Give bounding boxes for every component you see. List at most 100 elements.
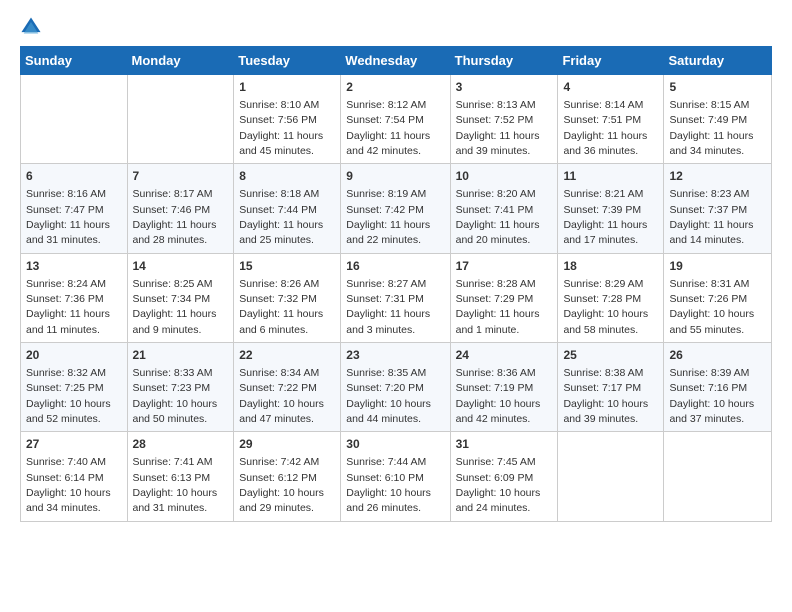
weekday-saturday: Saturday bbox=[664, 47, 772, 75]
week-row-4: 20 Sunrise: 8:32 AM Sunset: 7:25 PM Dayli… bbox=[21, 343, 772, 432]
header bbox=[20, 16, 772, 38]
day-cell: 29 Sunrise: 7:42 AM Sunset: 6:12 PM Dayli… bbox=[234, 432, 341, 521]
day-cell bbox=[127, 75, 234, 164]
day-number: 25 bbox=[563, 347, 658, 364]
logo-icon bbox=[20, 16, 42, 38]
day-number: 7 bbox=[133, 168, 229, 185]
day-number: 21 bbox=[133, 347, 229, 364]
day-number: 2 bbox=[346, 79, 444, 96]
day-detail: Sunrise: 8:34 AM Sunset: 7:22 PM Dayligh… bbox=[239, 367, 324, 425]
day-number: 22 bbox=[239, 347, 335, 364]
logo bbox=[20, 16, 46, 38]
weekday-monday: Monday bbox=[127, 47, 234, 75]
day-cell bbox=[558, 432, 664, 521]
day-number: 9 bbox=[346, 168, 444, 185]
day-detail: Sunrise: 8:31 AM Sunset: 7:26 PM Dayligh… bbox=[669, 278, 754, 336]
day-cell bbox=[664, 432, 772, 521]
day-detail: Sunrise: 8:12 AM Sunset: 7:54 PM Dayligh… bbox=[346, 99, 430, 157]
day-number: 19 bbox=[669, 258, 766, 275]
day-number: 29 bbox=[239, 436, 335, 453]
weekday-wednesday: Wednesday bbox=[341, 47, 450, 75]
day-cell: 9 Sunrise: 8:19 AM Sunset: 7:42 PM Daylig… bbox=[341, 164, 450, 253]
day-detail: Sunrise: 7:42 AM Sunset: 6:12 PM Dayligh… bbox=[239, 456, 324, 514]
day-cell: 18 Sunrise: 8:29 AM Sunset: 7:28 PM Dayli… bbox=[558, 253, 664, 342]
day-cell: 3 Sunrise: 8:13 AM Sunset: 7:52 PM Daylig… bbox=[450, 75, 558, 164]
day-cell: 21 Sunrise: 8:33 AM Sunset: 7:23 PM Dayli… bbox=[127, 343, 234, 432]
day-detail: Sunrise: 8:33 AM Sunset: 7:23 PM Dayligh… bbox=[133, 367, 218, 425]
day-number: 16 bbox=[346, 258, 444, 275]
day-cell: 1 Sunrise: 8:10 AM Sunset: 7:56 PM Daylig… bbox=[234, 75, 341, 164]
day-number: 30 bbox=[346, 436, 444, 453]
week-row-1: 1 Sunrise: 8:10 AM Sunset: 7:56 PM Daylig… bbox=[21, 75, 772, 164]
day-cell: 2 Sunrise: 8:12 AM Sunset: 7:54 PM Daylig… bbox=[341, 75, 450, 164]
day-number: 20 bbox=[26, 347, 122, 364]
week-row-5: 27Sunrise: 7:40 AM Sunset: 6:14 PM Dayli… bbox=[21, 432, 772, 521]
day-detail: Sunrise: 8:32 AM Sunset: 7:25 PM Dayligh… bbox=[26, 367, 111, 425]
day-number: 12 bbox=[669, 168, 766, 185]
day-detail: Sunrise: 8:24 AM Sunset: 7:36 PM Dayligh… bbox=[26, 278, 110, 336]
day-number: 3 bbox=[456, 79, 553, 96]
day-detail: Sunrise: 8:27 AM Sunset: 7:31 PM Dayligh… bbox=[346, 278, 430, 336]
day-detail: Sunrise: 8:36 AM Sunset: 7:19 PM Dayligh… bbox=[456, 367, 541, 425]
week-row-3: 13 Sunrise: 8:24 AM Sunset: 7:36 PM Dayli… bbox=[21, 253, 772, 342]
day-number: 28 bbox=[133, 436, 229, 453]
day-cell: 28Sunrise: 7:41 AM Sunset: 6:13 PM Dayli… bbox=[127, 432, 234, 521]
day-number: 4 bbox=[563, 79, 658, 96]
day-cell: 31 Sunrise: 7:45 AM Sunset: 6:09 PM Dayli… bbox=[450, 432, 558, 521]
day-cell: 10Sunrise: 8:20 AM Sunset: 7:41 PM Dayli… bbox=[450, 164, 558, 253]
day-cell: 25 Sunrise: 8:38 AM Sunset: 7:17 PM Dayli… bbox=[558, 343, 664, 432]
day-detail: Sunrise: 8:29 AM Sunset: 7:28 PM Dayligh… bbox=[563, 278, 648, 336]
day-detail: Sunrise: 7:44 AM Sunset: 6:10 PM Dayligh… bbox=[346, 456, 431, 514]
day-cell: 30 Sunrise: 7:44 AM Sunset: 6:10 PM Dayli… bbox=[341, 432, 450, 521]
day-detail: Sunrise: 8:39 AM Sunset: 7:16 PM Dayligh… bbox=[669, 367, 754, 425]
day-detail: Sunrise: 7:40 AM Sunset: 6:14 PM Dayligh… bbox=[26, 456, 111, 514]
day-cell: 15Sunrise: 8:26 AM Sunset: 7:32 PM Dayli… bbox=[234, 253, 341, 342]
day-cell: 20 Sunrise: 8:32 AM Sunset: 7:25 PM Dayli… bbox=[21, 343, 128, 432]
day-cell: 8Sunrise: 8:18 AM Sunset: 7:44 PM Daylig… bbox=[234, 164, 341, 253]
day-number: 17 bbox=[456, 258, 553, 275]
day-detail: Sunrise: 8:17 AM Sunset: 7:46 PM Dayligh… bbox=[133, 188, 217, 246]
day-cell bbox=[21, 75, 128, 164]
day-cell: 5Sunrise: 8:15 AM Sunset: 7:49 PM Daylig… bbox=[664, 75, 772, 164]
day-number: 6 bbox=[26, 168, 122, 185]
week-row-2: 6 Sunrise: 8:16 AM Sunset: 7:47 PM Daylig… bbox=[21, 164, 772, 253]
day-detail: Sunrise: 8:19 AM Sunset: 7:42 PM Dayligh… bbox=[346, 188, 430, 246]
weekday-sunday: Sunday bbox=[21, 47, 128, 75]
day-detail: Sunrise: 8:38 AM Sunset: 7:17 PM Dayligh… bbox=[563, 367, 648, 425]
day-number: 13 bbox=[26, 258, 122, 275]
day-number: 8 bbox=[239, 168, 335, 185]
day-cell: 19 Sunrise: 8:31 AM Sunset: 7:26 PM Dayli… bbox=[664, 253, 772, 342]
day-detail: Sunrise: 8:13 AM Sunset: 7:52 PM Dayligh… bbox=[456, 99, 540, 157]
day-detail: Sunrise: 8:10 AM Sunset: 7:56 PM Dayligh… bbox=[239, 99, 323, 157]
day-detail: Sunrise: 8:25 AM Sunset: 7:34 PM Dayligh… bbox=[133, 278, 217, 336]
day-detail: Sunrise: 7:45 AM Sunset: 6:09 PM Dayligh… bbox=[456, 456, 541, 514]
day-cell: 14Sunrise: 8:25 AM Sunset: 7:34 PM Dayli… bbox=[127, 253, 234, 342]
day-number: 5 bbox=[669, 79, 766, 96]
day-detail: Sunrise: 8:28 AM Sunset: 7:29 PM Dayligh… bbox=[456, 278, 540, 336]
day-cell: 17 Sunrise: 8:28 AM Sunset: 7:29 PM Dayli… bbox=[450, 253, 558, 342]
day-cell: 16 Sunrise: 8:27 AM Sunset: 7:31 PM Dayli… bbox=[341, 253, 450, 342]
day-detail: Sunrise: 8:14 AM Sunset: 7:51 PM Dayligh… bbox=[563, 99, 647, 157]
day-detail: Sunrise: 8:21 AM Sunset: 7:39 PM Dayligh… bbox=[563, 188, 647, 246]
day-number: 1 bbox=[239, 79, 335, 96]
day-cell: 11Sunrise: 8:21 AM Sunset: 7:39 PM Dayli… bbox=[558, 164, 664, 253]
day-detail: Sunrise: 8:16 AM Sunset: 7:47 PM Dayligh… bbox=[26, 188, 110, 246]
day-number: 23 bbox=[346, 347, 444, 364]
weekday-tuesday: Tuesday bbox=[234, 47, 341, 75]
page: SundayMondayTuesdayWednesdayThursdayFrid… bbox=[0, 0, 792, 538]
day-cell: 27Sunrise: 7:40 AM Sunset: 6:14 PM Dayli… bbox=[21, 432, 128, 521]
day-cell: 7 Sunrise: 8:17 AM Sunset: 7:46 PM Daylig… bbox=[127, 164, 234, 253]
day-cell: 13 Sunrise: 8:24 AM Sunset: 7:36 PM Dayli… bbox=[21, 253, 128, 342]
day-number: 18 bbox=[563, 258, 658, 275]
day-detail: Sunrise: 8:20 AM Sunset: 7:41 PM Dayligh… bbox=[456, 188, 540, 246]
day-number: 31 bbox=[456, 436, 553, 453]
day-cell: 26 Sunrise: 8:39 AM Sunset: 7:16 PM Dayli… bbox=[664, 343, 772, 432]
day-number: 26 bbox=[669, 347, 766, 364]
weekday-friday: Friday bbox=[558, 47, 664, 75]
day-cell: 22 Sunrise: 8:34 AM Sunset: 7:22 PM Dayli… bbox=[234, 343, 341, 432]
day-cell: 24 Sunrise: 8:36 AM Sunset: 7:19 PM Dayli… bbox=[450, 343, 558, 432]
day-detail: Sunrise: 8:26 AM Sunset: 7:32 PM Dayligh… bbox=[239, 278, 323, 336]
day-cell: 6 Sunrise: 8:16 AM Sunset: 7:47 PM Daylig… bbox=[21, 164, 128, 253]
weekday-thursday: Thursday bbox=[450, 47, 558, 75]
day-number: 24 bbox=[456, 347, 553, 364]
